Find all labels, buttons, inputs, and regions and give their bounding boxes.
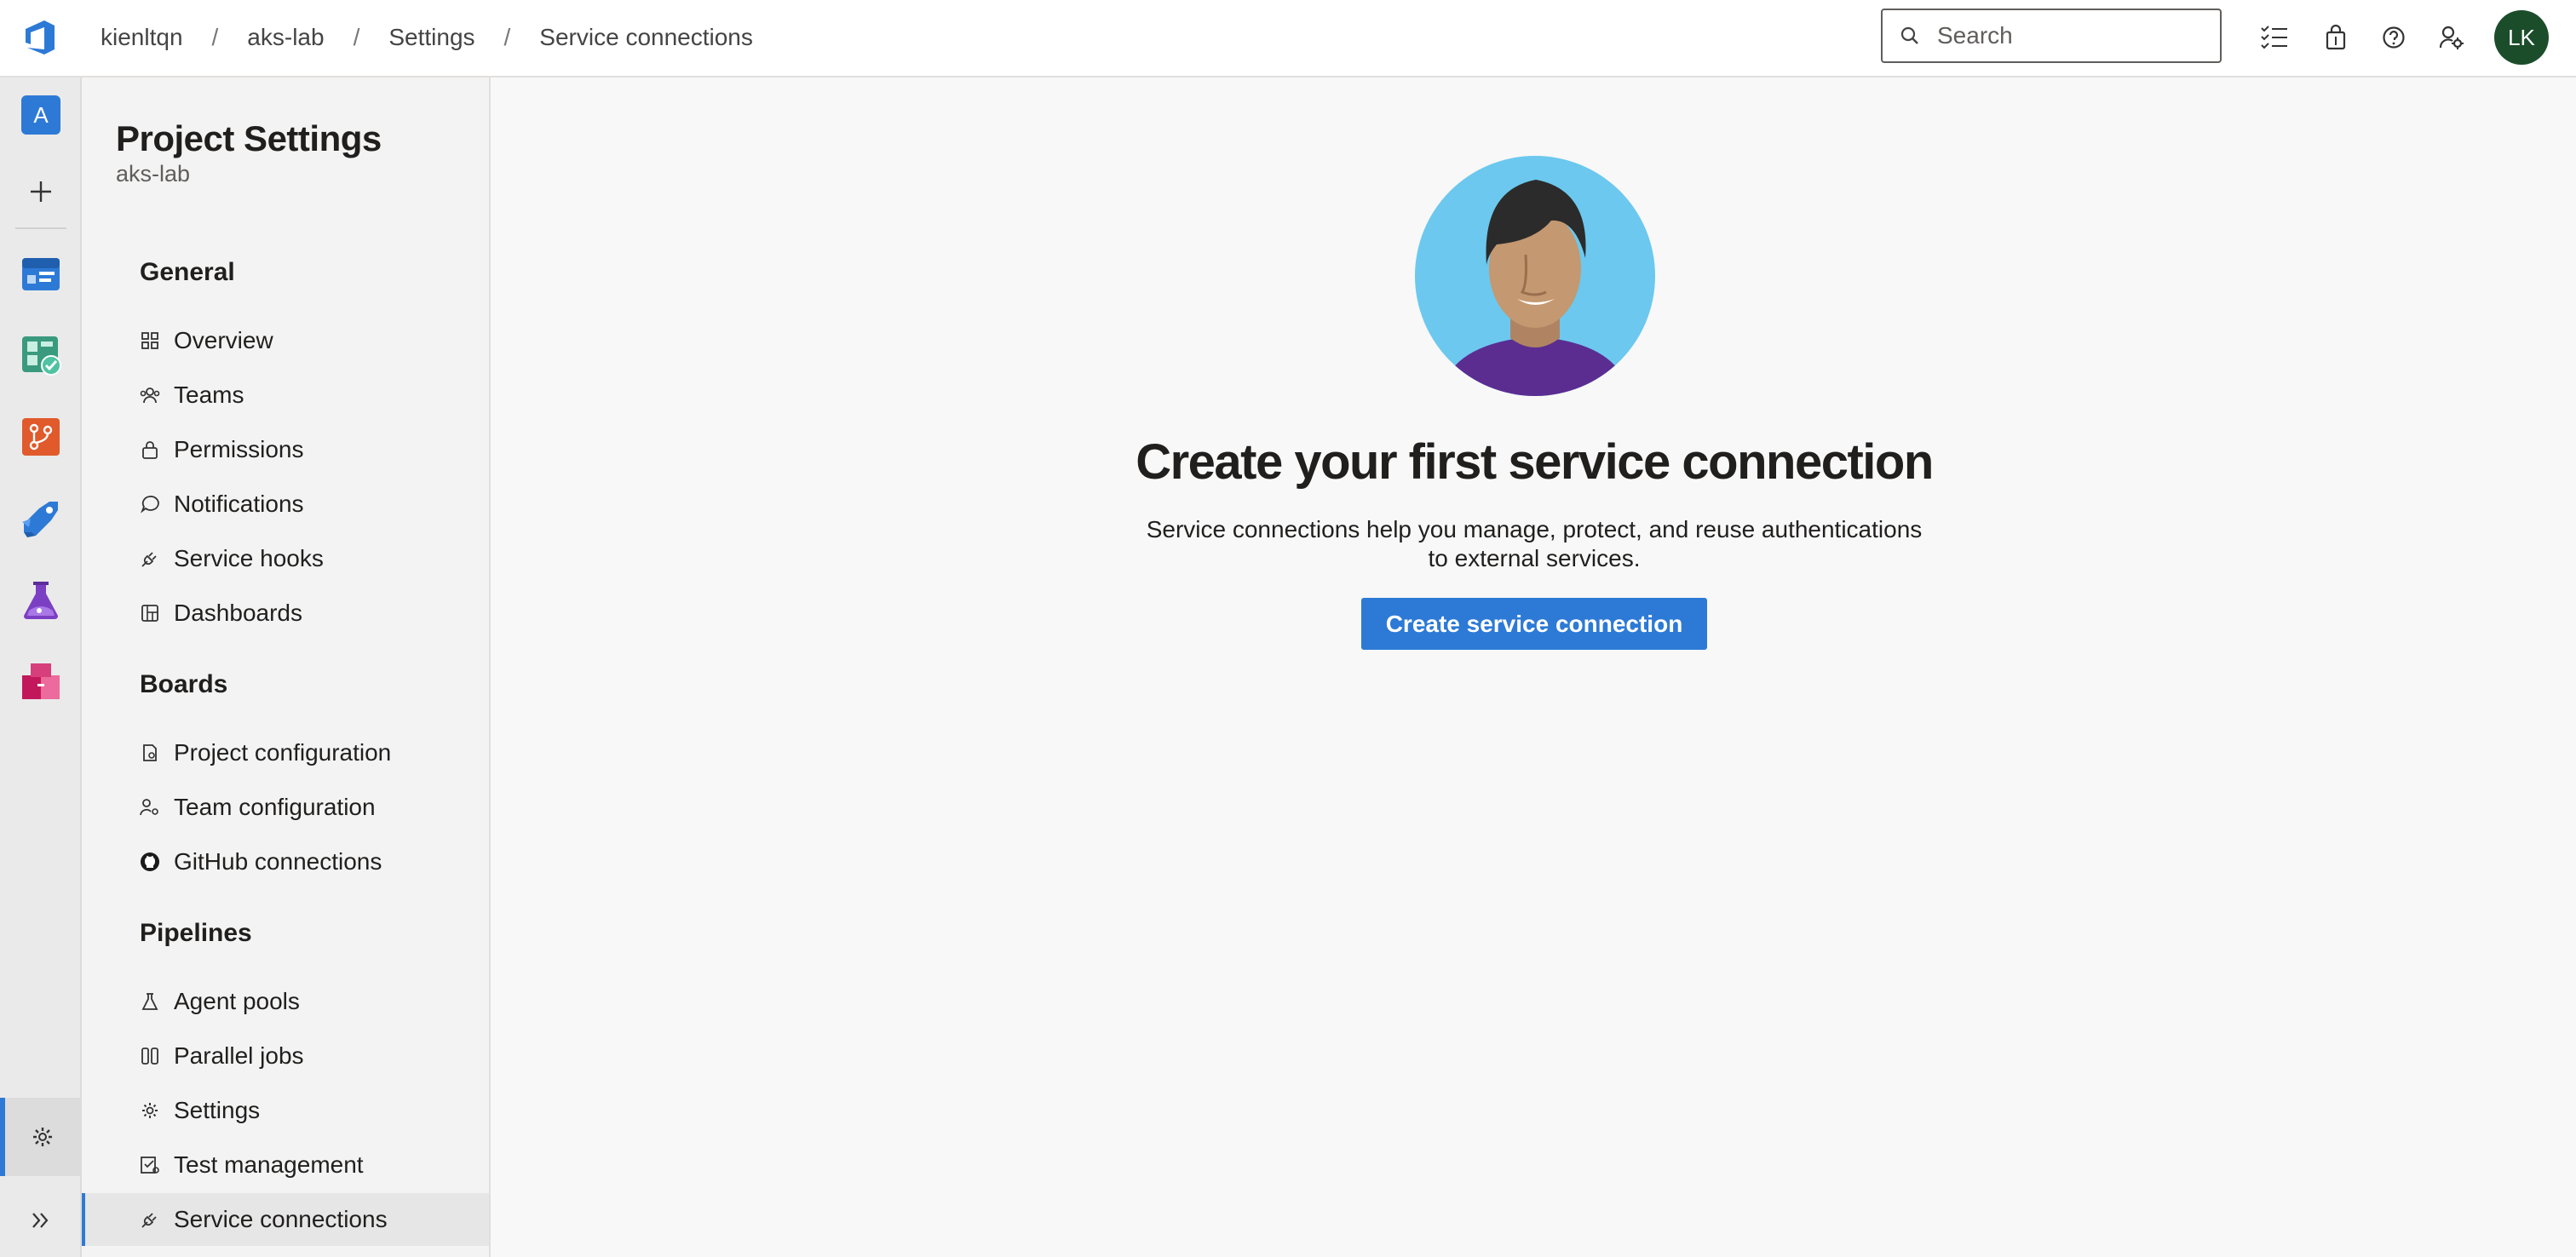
plug-connection-icon bbox=[140, 1209, 160, 1230]
nav-item-settings[interactable]: Settings bbox=[82, 1084, 489, 1137]
overview-grid-icon bbox=[140, 330, 160, 351]
nav-item-parallel-jobs[interactable]: Parallel jobs bbox=[82, 1030, 489, 1082]
nav-section-boards: Boards bbox=[140, 670, 228, 698]
nav-item-label: Agent pools bbox=[174, 988, 300, 1014]
expand-chevrons-icon[interactable] bbox=[20, 1200, 61, 1241]
nav-item-teams[interactable]: Teams bbox=[82, 369, 489, 422]
settings-nav: Project Settings aks-lab General Overvie… bbox=[82, 77, 491, 1257]
project-config-icon bbox=[140, 743, 160, 763]
top-bar: kienltqn / aks-lab / Settings / Service … bbox=[0, 0, 2576, 77]
nav-item-label: Team configuration bbox=[174, 794, 376, 820]
parallel-jobs-icon bbox=[140, 1046, 160, 1066]
nav-item-permissions[interactable]: Permissions bbox=[82, 423, 489, 476]
help-icon[interactable] bbox=[2377, 20, 2411, 55]
task-list-icon[interactable] bbox=[2257, 20, 2291, 55]
description-line: Service connections help you manage, pro… bbox=[1146, 516, 1923, 542]
pipelines-icon[interactable] bbox=[20, 498, 61, 539]
gear-icon bbox=[140, 1100, 160, 1121]
project-settings-gear-icon[interactable] bbox=[0, 1098, 80, 1176]
new-project-plus-icon[interactable] bbox=[20, 171, 61, 212]
nav-item-label: Dashboards bbox=[174, 600, 302, 626]
breadcrumb-project[interactable]: aks-lab bbox=[247, 24, 324, 51]
github-icon bbox=[140, 852, 160, 872]
breadcrumb-org[interactable]: kienltqn bbox=[101, 24, 183, 51]
nav-item-label: Permissions bbox=[174, 436, 304, 462]
nav-item-label: Teams bbox=[174, 382, 244, 408]
overview-icon[interactable] bbox=[20, 253, 61, 294]
org-avatar: A bbox=[21, 95, 60, 135]
nav-item-agent-pools[interactable]: Agent pools bbox=[82, 975, 489, 1028]
boards-icon[interactable] bbox=[20, 335, 61, 376]
breadcrumb-settings[interactable]: Settings bbox=[388, 24, 474, 51]
search-input[interactable] bbox=[1937, 22, 2210, 49]
nav-title: Project Settings bbox=[116, 118, 382, 158]
nav-item-project-configuration[interactable]: Project configuration bbox=[82, 726, 489, 779]
nav-item-label: Project configuration bbox=[174, 739, 392, 766]
teams-icon bbox=[140, 385, 160, 405]
nav-item-overview[interactable]: Overview bbox=[82, 314, 489, 367]
agent-pools-flask-icon bbox=[140, 991, 160, 1012]
nav-item-team-configuration[interactable]: Team configuration bbox=[82, 781, 489, 834]
breadcrumb-separator: / bbox=[353, 24, 360, 50]
repos-icon[interactable] bbox=[20, 416, 61, 457]
nav-item-label: Overview bbox=[174, 327, 273, 353]
description-line: to external services. bbox=[1428, 545, 1641, 571]
marketplace-bag-icon[interactable] bbox=[2319, 20, 2353, 55]
main-content: Create your first service connection Ser… bbox=[492, 77, 2576, 1257]
breadcrumb: kienltqn / aks-lab / Settings / Service … bbox=[101, 0, 753, 75]
dashboard-icon bbox=[140, 603, 160, 623]
empty-state-person-illustration bbox=[1415, 156, 1655, 396]
artifacts-icon[interactable] bbox=[20, 662, 61, 703]
plug-icon bbox=[140, 548, 160, 569]
nav-project-name: aks-lab bbox=[116, 161, 191, 187]
breadcrumb-separator: / bbox=[503, 24, 511, 50]
test-plans-icon[interactable] bbox=[20, 580, 61, 621]
nav-item-github-connections[interactable]: GitHub connections bbox=[82, 835, 489, 888]
search-icon bbox=[1900, 26, 1918, 44]
nav-item-dashboards[interactable]: Dashboards bbox=[82, 587, 489, 640]
azure-devops-logo-icon[interactable] bbox=[20, 17, 61, 58]
search-box[interactable] bbox=[1881, 9, 2222, 63]
avatar[interactable]: LK bbox=[2494, 10, 2549, 65]
user-settings-icon[interactable] bbox=[2435, 20, 2469, 55]
nav-item-label: Settings bbox=[174, 1097, 261, 1123]
chat-bubble-icon bbox=[140, 494, 160, 514]
team-config-icon bbox=[140, 797, 160, 818]
nav-section-pipelines: Pipelines bbox=[140, 919, 252, 947]
nav-item-test-management[interactable]: Test management bbox=[82, 1139, 489, 1191]
rail-org-button[interactable]: A bbox=[20, 95, 61, 135]
nav-item-label: GitHub connections bbox=[174, 848, 382, 875]
nav-item-label: Test management bbox=[174, 1151, 364, 1178]
nav-item-label: Service hooks bbox=[174, 545, 324, 571]
test-management-icon bbox=[140, 1155, 160, 1175]
nav-item-label: Service connections bbox=[174, 1206, 388, 1232]
nav-item-label: Parallel jobs bbox=[174, 1042, 304, 1069]
nav-item-label: Notifications bbox=[174, 491, 304, 517]
nav-item-notifications[interactable]: Notifications bbox=[82, 478, 489, 531]
empty-state-heading: Create your first service connection bbox=[1136, 434, 1934, 490]
nav-item-service-hooks[interactable]: Service hooks bbox=[82, 532, 489, 585]
left-rail: A bbox=[0, 77, 82, 1257]
breadcrumb-current-page[interactable]: Service connections bbox=[539, 24, 753, 51]
nav-section-general: General bbox=[140, 258, 235, 286]
breadcrumb-separator: / bbox=[211, 24, 219, 50]
rail-divider bbox=[15, 227, 66, 229]
nav-item-service-connections[interactable]: Service connections bbox=[82, 1193, 489, 1246]
create-service-connection-button[interactable]: Create service connection bbox=[1361, 598, 1707, 650]
lock-icon bbox=[140, 439, 160, 460]
empty-state-description: Service connections help you manage, pro… bbox=[1108, 515, 1960, 573]
